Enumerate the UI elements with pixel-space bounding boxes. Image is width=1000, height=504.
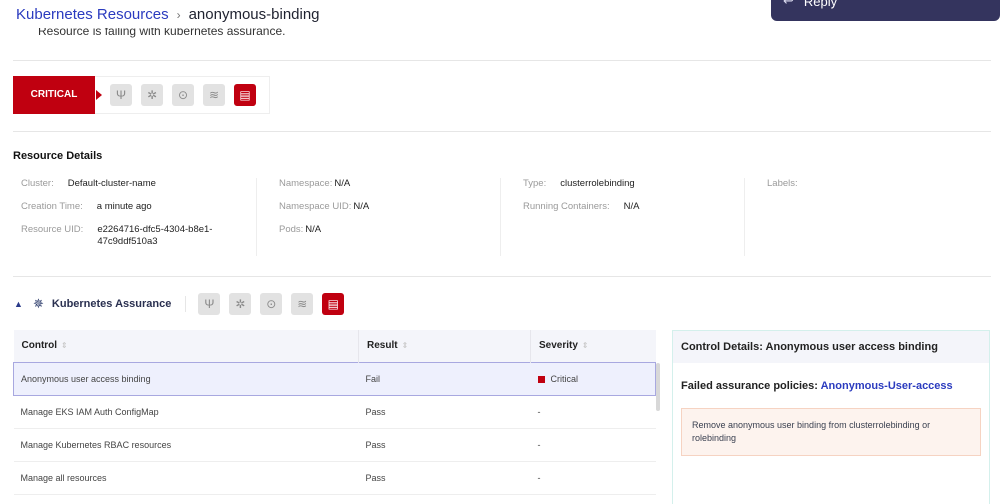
column-header-control[interactable]: Control ⇕ xyxy=(13,330,359,362)
severity-bar: CRITICAL Ψ ✲ ⊙ ≋ ▤ xyxy=(13,75,270,114)
scan-type-icons: Ψ ✲ ⊙ ≋ ▤ xyxy=(198,293,345,315)
detail-row: Namespace: N/A xyxy=(279,178,500,190)
reply-button[interactable]: ↩ Reply xyxy=(771,0,1000,21)
divider xyxy=(185,296,187,312)
detail-row: Pods: N/A xyxy=(279,224,500,236)
kubernetes-assurance-icon[interactable]: ▤ xyxy=(322,293,345,315)
remediation-box: Remove anonymous user binding from clust… xyxy=(681,408,981,456)
detail-row: Running Containers: N/A xyxy=(523,201,744,213)
severity-cell: - xyxy=(530,461,656,495)
detail-value: a minute ago xyxy=(96,201,152,212)
detail-label: Namespace UID: xyxy=(279,201,352,212)
detail-label: Labels: xyxy=(767,178,798,189)
severity-critical-icon xyxy=(537,375,545,383)
control-cell: Manage all resources xyxy=(13,461,359,495)
control-cell: Manage EKS IAM Auth ConfigMap xyxy=(13,395,359,429)
detail-label: Creation Time: xyxy=(21,201,83,212)
resource-details-title: Resource Details xyxy=(13,150,103,162)
controls-table: Control ⇕ Result ⇕ Severity ⇕ Anonymous use… xyxy=(13,330,660,504)
detail-label: Cluster: xyxy=(21,178,54,189)
chevron-up-icon[interactable]: ▲ xyxy=(14,299,26,309)
severity-cell: - xyxy=(530,428,656,462)
kubernetes-assurance-title: Kubernetes Assurance xyxy=(51,298,172,310)
divider xyxy=(13,131,991,132)
severity-label: Critical xyxy=(550,373,579,384)
detail-value: N/A xyxy=(353,201,370,212)
severity-badge: CRITICAL xyxy=(13,75,102,114)
detail-label: Namespace: xyxy=(279,178,333,189)
detail-row: Labels: xyxy=(767,178,989,190)
database-icon[interactable]: ≋ xyxy=(203,84,225,106)
detail-value: clusterrolebinding xyxy=(560,178,635,189)
database-icon[interactable]: ≋ xyxy=(291,293,314,315)
bug-icon[interactable]: ✲ xyxy=(141,84,163,106)
detail-value: N/A xyxy=(305,224,322,235)
compliance-icon[interactable]: ⊙ xyxy=(172,84,194,106)
detail-label: Pods: xyxy=(279,224,304,235)
severity-label: - xyxy=(537,472,541,483)
detail-row: Namespace UID: N/A xyxy=(279,201,500,213)
detail-row: Resource UID: e2264716-dfc5-4304-b8e1-47c… xyxy=(21,224,256,248)
detail-row: Type: clusterrolebinding xyxy=(523,178,744,190)
table-scrollbar[interactable] xyxy=(656,363,660,411)
kubernetes-icon: ✵ xyxy=(33,296,44,311)
resource-details-grid: Cluster: Default-cluster-name Creation Tim… xyxy=(13,178,990,256)
detail-row: Creation Time: a minute ago xyxy=(21,201,256,213)
detail-value: Default-cluster-name xyxy=(67,178,156,189)
sort-icon[interactable]: ⇕ xyxy=(402,341,409,350)
detail-value: N/A xyxy=(623,201,640,212)
kubernetes-assurance-icon[interactable]: ▤ xyxy=(234,84,256,106)
table-row[interactable]: Manage EKS IAM Auth ConfigMap Pass - xyxy=(13,395,656,429)
result-cell: Pass xyxy=(358,428,531,462)
sort-icon[interactable]: ⇕ xyxy=(61,341,68,350)
detail-row: Cluster: Default-cluster-name xyxy=(21,178,256,190)
detail-value: N/A xyxy=(334,178,351,189)
result-cell: Pass xyxy=(358,461,531,495)
policy-link[interactable]: Anonymous-User-access xyxy=(821,380,953,392)
result-cell: Fail xyxy=(358,361,531,396)
breadcrumb: Kubernetes Resources › anonymous-binding xyxy=(16,6,320,23)
failed-policies: Failed assurance policies: Anonymous-Use… xyxy=(681,380,953,392)
control-details-panel: Control Details: Anonymous user access b… xyxy=(672,330,990,504)
vulnerability-icon[interactable]: Ψ xyxy=(110,84,132,106)
bug-icon[interactable]: ✲ xyxy=(229,293,252,315)
severity-label: - xyxy=(537,439,541,450)
sort-icon[interactable]: ⇕ xyxy=(582,341,589,350)
divider xyxy=(13,60,991,61)
kubernetes-assurance-header: ▲ ✵ Kubernetes Assurance Ψ ✲ ⊙ ≋ ▤ xyxy=(14,293,345,315)
result-cell: Pass xyxy=(358,395,531,429)
severity-label: - xyxy=(537,406,541,417)
detail-value: e2264716-dfc5-4304-b8e1-47c9ddf510a3 xyxy=(97,224,213,247)
resource-status-text: Resource is failing with kubernetes assu… xyxy=(38,28,286,38)
severity-cell: - xyxy=(530,395,656,429)
table-row[interactable]: Manage all resources Pass - xyxy=(13,461,656,495)
column-header-result[interactable]: Result ⇕ xyxy=(358,330,531,362)
detail-label: Resource UID: xyxy=(21,224,84,235)
details-column: Type: clusterrolebinding Running Container… xyxy=(501,178,745,256)
detail-label: Running Containers: xyxy=(523,201,610,212)
scan-type-icons: Ψ ✲ ⊙ ≋ ▤ xyxy=(110,84,256,106)
detail-label: Type: xyxy=(523,178,547,189)
breadcrumb-kubernetes-resources-link[interactable]: Kubernetes Resources xyxy=(16,6,169,23)
divider xyxy=(13,276,991,277)
reply-icon: ↩ xyxy=(783,0,794,8)
control-details-title: Control Details: Anonymous user access b… xyxy=(673,331,989,363)
table-row[interactable]: Anonymous user access binding Fail Critica… xyxy=(13,361,656,396)
severity-cell: Critical xyxy=(530,361,656,396)
details-column: Cluster: Default-cluster-name Creation Tim… xyxy=(13,178,257,256)
control-cell: Anonymous user access binding xyxy=(13,361,359,396)
details-column: Namespace: N/A Namespace UID: N/A Pods: N/A xyxy=(257,178,501,256)
column-header-severity[interactable]: Severity ⇕ xyxy=(530,330,656,362)
details-column: Labels: xyxy=(745,178,989,256)
vulnerability-icon[interactable]: Ψ xyxy=(198,293,221,315)
table-row[interactable]: Manage Kubernetes RBAC resources Pass - xyxy=(13,428,656,462)
control-cell: Manage Kubernetes RBAC resources xyxy=(13,428,359,462)
breadcrumb-chevron-icon: › xyxy=(176,7,181,22)
reply-label: Reply xyxy=(803,0,838,9)
compliance-icon[interactable]: ⊙ xyxy=(260,293,283,315)
breadcrumb-current: anonymous-binding xyxy=(188,6,320,23)
